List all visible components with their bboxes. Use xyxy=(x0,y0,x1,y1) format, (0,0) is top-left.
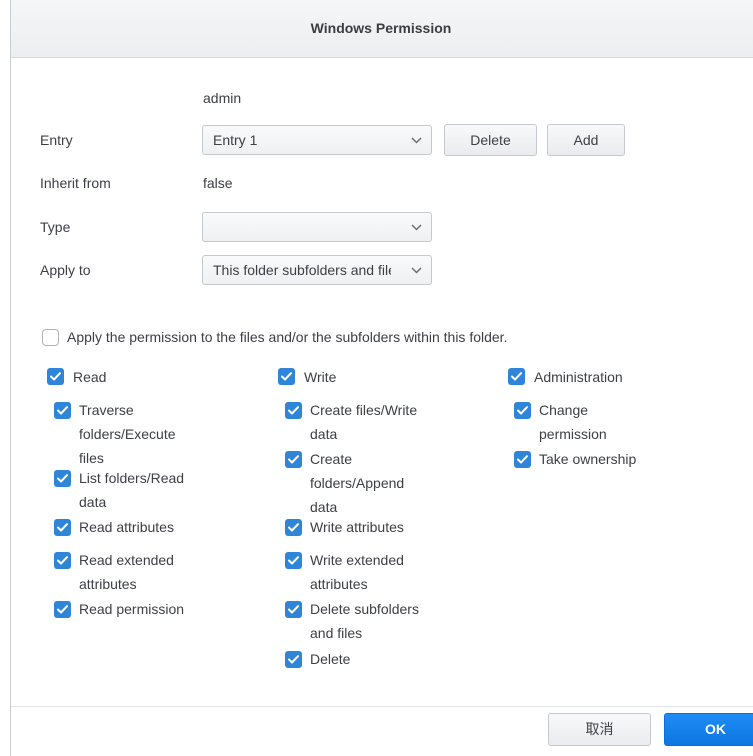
write-permission-label: Write xyxy=(304,369,337,385)
add-button[interactable]: Add xyxy=(547,124,625,156)
write-item-label: Write attributes xyxy=(310,516,404,540)
item-label-line: Write extended xyxy=(310,552,404,568)
read-item-checkbox[interactable] xyxy=(54,552,71,569)
inherit-label: Inherit from xyxy=(40,175,111,191)
apply-permission-checkbox[interactable] xyxy=(42,329,59,346)
apply-to-select-value: This folder subfolders and files xyxy=(213,262,391,278)
write-item-label: Delete xyxy=(310,648,350,672)
user-name: admin xyxy=(203,90,242,106)
checkmark-icon xyxy=(57,556,68,565)
administration-permission-checkbox[interactable] xyxy=(508,368,525,385)
checkmark-icon xyxy=(281,372,292,381)
write-item-checkbox[interactable] xyxy=(285,402,302,419)
administration-item-checkbox[interactable] xyxy=(514,402,531,419)
read-item-checkbox[interactable] xyxy=(54,402,71,419)
write-item-label: Create files/Write data xyxy=(310,399,417,447)
item-label-line: folders/Execute xyxy=(79,426,176,442)
administration-permission-label: Administration xyxy=(534,369,623,385)
write-permission-checkbox[interactable] xyxy=(278,368,295,385)
administration-item-checkbox[interactable] xyxy=(514,451,531,468)
item-label-line: Read attributes xyxy=(79,519,174,535)
read-item-checkbox[interactable] xyxy=(54,470,71,487)
entry-select-value: Entry 1 xyxy=(213,132,258,148)
write-item-label: Write extended attributes xyxy=(310,549,404,597)
item-label-line: Create files/Write xyxy=(310,402,418,418)
windows-permission-dialog: Windows Permission admin Entry Entry 1 D… xyxy=(10,0,753,756)
checkmark-icon xyxy=(57,406,68,415)
dialog-titlebar: Windows Permission xyxy=(11,0,753,58)
type-label: Type xyxy=(40,219,71,235)
write-item-label: Create folders/Append data xyxy=(310,448,404,520)
footer-divider xyxy=(11,706,753,707)
item-label-line: Change xyxy=(539,402,589,418)
write-item-label: Delete subfolders and files xyxy=(310,598,419,646)
read-item-label: Read permission xyxy=(79,598,184,622)
read-item-checkbox[interactable] xyxy=(54,601,71,618)
item-label-line: data xyxy=(310,426,338,442)
write-item-checkbox[interactable] xyxy=(285,601,302,618)
administration-item-label: Take ownership xyxy=(539,448,636,472)
read-item-label: Traverse folders/Execute files xyxy=(79,399,176,471)
chevron-down-icon xyxy=(409,256,423,284)
item-label-line: permission xyxy=(539,426,607,442)
chevron-down-icon xyxy=(409,213,423,241)
item-label-line: List folders/Read xyxy=(79,470,185,486)
item-label-line: attributes xyxy=(310,576,368,592)
checkmark-icon xyxy=(57,523,68,532)
checkmark-icon xyxy=(288,455,299,464)
item-label-line: Traverse xyxy=(79,402,134,418)
checkmark-icon xyxy=(288,655,299,664)
administration-item-label: Change permission xyxy=(539,399,607,447)
item-label-line: Delete subfolders xyxy=(310,601,419,617)
entry-select[interactable]: Entry 1 xyxy=(202,125,432,155)
apply-permission-label: Apply the permission to the files and/or… xyxy=(67,329,508,345)
item-label-line: Read permission xyxy=(79,601,185,617)
write-item-checkbox[interactable] xyxy=(285,651,302,668)
write-item-checkbox[interactable] xyxy=(285,552,302,569)
entry-label: Entry xyxy=(40,132,73,148)
item-label-line: folders/Append xyxy=(310,475,405,491)
item-label-line: Delete xyxy=(310,651,351,667)
item-label-line: and files xyxy=(310,625,363,641)
checkmark-icon xyxy=(57,474,68,483)
read-item-label: Read attributes xyxy=(79,516,174,540)
item-label-line: Create xyxy=(310,451,353,467)
item-label-line: data xyxy=(79,494,107,510)
type-select[interactable] xyxy=(202,212,432,242)
apply-to-label: Apply to xyxy=(40,262,91,278)
ok-button[interactable]: OK xyxy=(664,713,753,746)
chevron-down-icon xyxy=(409,126,423,154)
checkmark-icon xyxy=(57,605,68,614)
checkmark-icon xyxy=(517,406,528,415)
checkmark-icon xyxy=(288,406,299,415)
read-permission-label: Read xyxy=(73,369,107,385)
read-item-checkbox[interactable] xyxy=(54,519,71,536)
inherit-value: false xyxy=(203,175,233,191)
checkmark-icon xyxy=(288,605,299,614)
checkmark-icon xyxy=(288,523,299,532)
checkmark-icon xyxy=(511,372,522,381)
item-label-line: Take ownership xyxy=(539,451,637,467)
checkmark-icon xyxy=(50,372,61,381)
checkmark-icon xyxy=(288,556,299,565)
dialog-title: Windows Permission xyxy=(310,20,452,36)
item-label-line: Read extended xyxy=(79,552,174,568)
read-permission-checkbox[interactable] xyxy=(47,368,64,385)
checkmark-icon xyxy=(517,455,528,464)
item-label-line: Write attributes xyxy=(310,519,404,535)
item-label-line: attributes xyxy=(79,576,137,592)
delete-button[interactable]: Delete xyxy=(444,124,537,156)
write-item-checkbox[interactable] xyxy=(285,451,302,468)
write-item-checkbox[interactable] xyxy=(285,519,302,536)
read-item-label: List folders/Read data xyxy=(79,467,184,515)
read-item-label: Read extended attributes xyxy=(79,549,174,597)
cancel-button[interactable]: 取消 xyxy=(548,713,651,746)
apply-to-select[interactable]: This folder subfolders and files xyxy=(202,255,432,285)
